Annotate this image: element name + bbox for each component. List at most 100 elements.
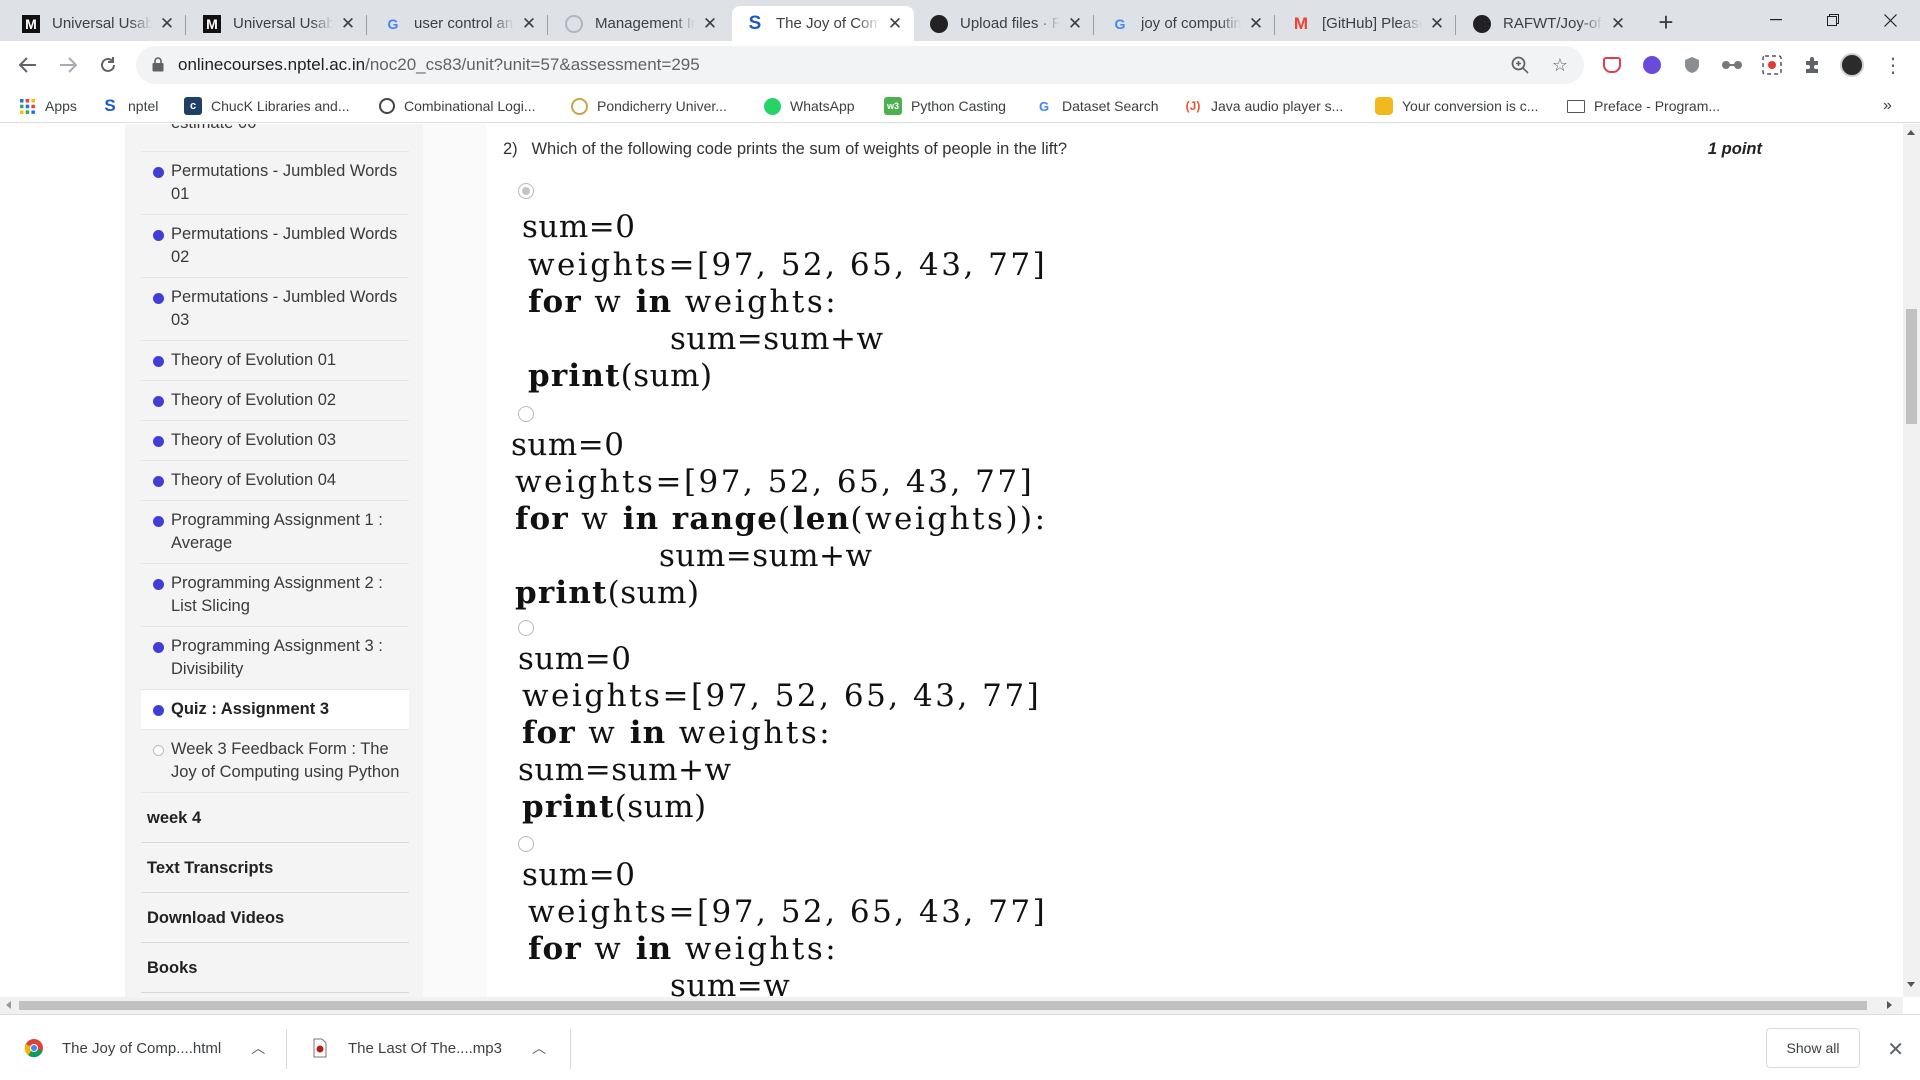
sidebar-lesson[interactable]: Permutations - Jumbled Words 01 [141,152,409,215]
zoom-icon[interactable] [1508,53,1532,77]
extensions-puzzle-icon[interactable] [1799,52,1825,78]
option-b-code-image[interactable]: sum=0 weights=[97, 52, 65, 43, 77] for w… [511,428,1093,616]
browser-tab[interactable]: G joy of computing ✕ [1097,6,1275,41]
sidebar-section-books[interactable]: Books [141,943,409,993]
bookmark-whatsapp[interactable]: WhatsApp [764,94,855,118]
option-a-radio[interactable] [518,183,534,199]
horizontal-scroll-thumb[interactable] [19,1001,1867,1010]
close-shelf-icon[interactable]: ✕ [1887,1037,1904,1062]
sidebar-section-text-transcripts[interactable]: Text Transcripts [141,843,409,893]
scroll-down-arrow-icon[interactable] [1907,982,1915,987]
whatsapp-icon [764,97,781,115]
google-g-icon: G [387,15,399,32]
sidebar-lesson[interactable]: Theory of Evolution 02 [141,381,409,421]
browser-tab[interactable]: RAFWT/Joy-of-Computing ✕ [1459,6,1637,41]
download-item[interactable]: The Joy of Comp....html ︿ [24,1025,265,1071]
bookmark-combinational-logic[interactable]: Combinational Logi... [379,94,536,118]
browser-tab[interactable]: Upload files · RAFWT ✕ [916,6,1094,41]
browser-tab-active[interactable]: S The Joy of Computing ✕ [732,6,914,41]
close-tab-icon[interactable]: ✕ [1609,14,1627,34]
sidebar-section-download-videos[interactable]: Download Videos [141,893,409,943]
glasses-extension-icon[interactable] [1719,52,1745,78]
bookmark-conversion[interactable]: Your conversion is c... [1375,94,1538,118]
scroll-left-arrow-icon[interactable] [6,1001,11,1009]
lock-icon [152,57,164,72]
sidebar-lesson[interactable]: Theory of Evolution 03 [141,421,409,461]
profile-avatar[interactable] [1839,52,1865,78]
book-icon [1567,99,1585,113]
browser-tab[interactable]: M [GitHub] Please verify ✕ [1278,6,1456,41]
bookmark-java-audio[interactable]: (J) Java audio player s... [1184,94,1344,118]
pocket-extension-icon[interactable] [1599,52,1625,78]
address-bar[interactable]: onlinecourses.nptel.ac.in/noc20_cs83/uni… [136,46,1584,84]
sidebar-lesson[interactable]: Programming Assignment 1 : Average [141,501,409,564]
bookmark-preface[interactable]: Preface - Program... [1567,94,1720,118]
new-tab-plus-icon[interactable]: + [1652,9,1680,37]
incomplete-dot-icon [153,745,164,756]
bookmark-apps[interactable]: Apps [18,94,77,118]
back-arrow-icon[interactable] [14,51,42,79]
question-points: 1 point [1707,140,1762,158]
sidebar-lesson[interactable]: Programming Assignment 2 : List Slicing [141,564,409,627]
browser-tab[interactable]: Management Information ✕ [551,6,729,41]
bookmark-dataset-search[interactable]: G Dataset Search [1035,94,1159,118]
reader-extension-icon[interactable] [1639,52,1665,78]
browser-tab[interactable]: M Universal Usability ✕ [8,6,186,41]
download-item[interactable]: The Last Of The....mp3 ︿ [310,1025,546,1071]
vertical-scrollbar[interactable] [1903,124,1920,997]
option-d-radio[interactable] [518,836,534,852]
close-tab-icon[interactable]: ✕ [158,14,176,34]
screen-record-extension-icon[interactable] [1759,52,1785,78]
close-tab-icon[interactable]: ✕ [339,14,357,34]
bookmark-nptel[interactable]: S nptel [101,94,158,118]
sidebar-item-cut[interactable]: estimate 06 [141,124,409,152]
completed-dot-icon [153,436,164,447]
close-tab-icon[interactable]: ✕ [1428,14,1446,34]
option-d-code-image[interactable]: sum=0 weights=[97, 52, 65, 43, 77] for w… [517,858,1083,997]
completed-dot-icon [153,516,164,527]
bookmark-pondicherry[interactable]: Pondicherry Univer... [571,94,727,118]
sidebar-lesson[interactable]: Theory of Evolution 04 [141,461,409,501]
chevron-up-icon[interactable]: ︿ [251,1038,265,1058]
github-icon [930,14,948,33]
close-tab-icon[interactable]: ✕ [886,14,904,34]
course-page: estimate 06 Permutations - Jumbled Words… [0,124,1903,997]
sidebar-lesson[interactable]: Permutations - Jumbled Words 02 [141,215,409,278]
close-window-icon[interactable] [1862,0,1918,40]
sidebar-lesson[interactable]: Theory of Evolution 01 [141,341,409,381]
close-tab-icon[interactable]: ✕ [1066,14,1084,34]
java-icon: (J) [1185,99,1201,113]
sidebar-lesson-current[interactable]: Quiz : Assignment 3 [141,690,409,730]
close-tab-icon[interactable]: ✕ [1247,14,1265,34]
bookmark-star-icon[interactable]: ☆ [1548,53,1572,77]
sidebar-lesson[interactable]: Programming Assignment 3 : Divisibility [141,627,409,690]
sidebar-lesson[interactable]: Week 3 Feedback Form : The Joy of Comput… [141,730,409,793]
bookmark-chuck[interactable]: c ChucK Libraries and... [184,94,350,118]
scroll-up-arrow-icon[interactable] [1907,130,1915,135]
minimize-icon[interactable] [1748,0,1804,40]
converter-icon [1375,97,1393,115]
forward-arrow-icon[interactable] [54,51,82,79]
close-tab-icon[interactable]: ✕ [520,14,538,34]
browser-tab[interactable]: G user control and freedom ✕ [370,6,548,41]
show-all-downloads-button[interactable]: Show all [1766,1028,1860,1068]
sidebar-lesson[interactable]: Permutations - Jumbled Words 03 [141,278,409,341]
bookmarks-overflow-chevron-icon[interactable]: » [1883,94,1892,118]
vertical-scroll-thumb[interactable] [1906,309,1917,424]
browser-tab[interactable]: M Universal Usability ✕ [189,6,367,41]
more-menu-icon[interactable]: ⋮ [1880,52,1906,78]
restore-icon[interactable] [1805,0,1861,40]
option-b-radio[interactable] [518,406,534,422]
option-c-radio[interactable] [518,620,534,636]
bookmark-python-casting[interactable]: w3 Python Casting [884,94,1006,118]
chevron-up-icon[interactable]: ︿ [532,1038,546,1058]
scroll-right-arrow-icon[interactable] [1887,1001,1892,1009]
apps-grid-icon [18,97,36,115]
reload-icon[interactable] [94,51,122,79]
close-tab-icon[interactable]: ✕ [701,14,719,34]
option-a-code-image[interactable]: sum=0 weights=[97, 52, 65, 43, 77] for w… [517,206,1083,400]
shield-extension-icon[interactable] [1679,52,1705,78]
horizontal-scrollbar[interactable] [0,997,1903,1014]
option-c-code-image[interactable]: sum=0 weights=[97, 52, 65, 43, 77] for w… [517,642,1067,830]
sidebar-section-week-4[interactable]: week 4 [141,793,409,843]
